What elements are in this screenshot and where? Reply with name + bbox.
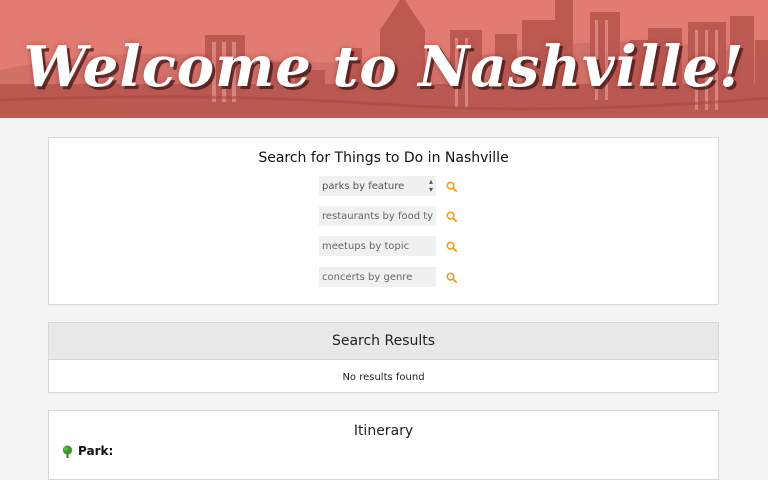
- no-results-message: No results found: [342, 372, 425, 383]
- meetups-topic-input[interactable]: [319, 236, 436, 256]
- itinerary-park-label: Park:: [78, 444, 114, 458]
- search-results-title: Search Results: [49, 323, 718, 360]
- parks-search-row: parks by feature ▴ ▾: [319, 176, 458, 196]
- concerts-search-row: [319, 267, 458, 287]
- search-icon: [445, 271, 457, 283]
- chevron-updown-icon: ▴ ▾: [428, 177, 433, 194]
- itinerary-title: Itinerary: [353, 423, 414, 439]
- concerts-search-button[interactable]: [444, 270, 458, 284]
- search-results-panel: Search Results No results found: [48, 322, 719, 393]
- itinerary-park-row: Park:: [61, 444, 113, 458]
- hero-banner: Welcome to Nashville!: [0, 0, 768, 118]
- restaurants-search-row: [319, 206, 458, 226]
- meetups-search-button[interactable]: [444, 239, 458, 253]
- search-panel-title: Search for Things to Do in Nashville: [258, 150, 509, 166]
- parks-feature-select-value: parks by feature: [322, 180, 405, 192]
- hero-title: Welcome to Nashville!: [23, 34, 745, 100]
- search-icon: [445, 180, 457, 192]
- search-icon: [445, 240, 457, 252]
- search-panel: Search for Things to Do in Nashville par…: [48, 137, 719, 305]
- parks-search-button[interactable]: [444, 179, 458, 193]
- parks-feature-select[interactable]: parks by feature ▴ ▾: [319, 176, 436, 196]
- search-icon: [445, 210, 457, 222]
- tree-icon: [61, 444, 74, 458]
- restaurants-search-button[interactable]: [444, 209, 458, 223]
- restaurants-food-type-input[interactable]: [319, 206, 436, 226]
- concerts-genre-input[interactable]: [319, 267, 436, 287]
- meetups-search-row: [319, 236, 458, 256]
